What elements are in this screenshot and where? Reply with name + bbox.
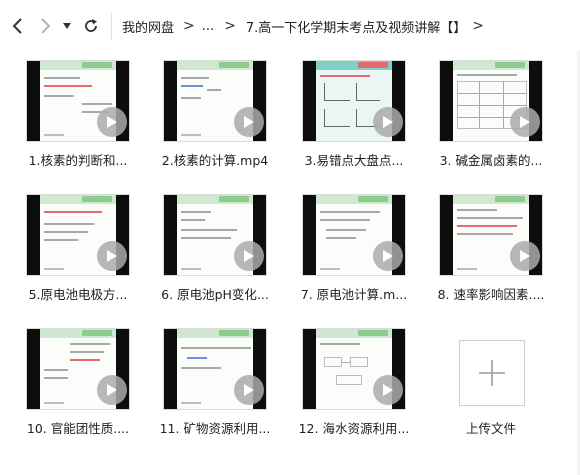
video-thumbnail [26, 194, 130, 276]
play-icon [373, 107, 403, 137]
refresh-button[interactable] [80, 14, 102, 38]
forward-button[interactable] [35, 14, 57, 38]
file-name: 5.原电池电极方... [28, 287, 128, 302]
play-icon [234, 107, 264, 137]
file-name: 1.核素的判断和... [28, 153, 128, 168]
breadcrumb-separator-icon: > [183, 18, 195, 34]
file-name: 2.核素的计算.mp4 [161, 153, 269, 168]
video-thumbnail [439, 194, 543, 276]
breadcrumb: 我的网盘 > ... > 7.高一下化学期末考点及视频讲解【】 > [122, 16, 491, 36]
video-thumbnail [163, 60, 267, 142]
video-thumbnail [26, 328, 130, 410]
file-name: 10. 官能团性质.... [26, 421, 130, 436]
video-thumbnail [163, 328, 267, 410]
file-name: 7. 原电池计算.m... [300, 287, 408, 302]
file-name: 12. 海水资源利用... [298, 421, 410, 436]
chevron-left-icon [12, 18, 22, 34]
play-icon [373, 375, 403, 405]
refresh-icon [85, 19, 97, 32]
play-icon [234, 375, 264, 405]
play-icon [234, 241, 264, 271]
caret-down-icon [63, 23, 71, 29]
upload-label: 上传文件 [465, 421, 516, 436]
breadcrumb-separator-icon: > [224, 18, 236, 34]
chevron-right-icon [41, 18, 51, 34]
breadcrumb-current[interactable]: 7.高一下化学期末考点及视频讲解【】 [246, 17, 466, 36]
play-icon [97, 241, 127, 271]
toolbar-divider [111, 12, 112, 40]
upload-button[interactable] [459, 340, 525, 406]
video-thumbnail [302, 328, 406, 410]
plus-icon [479, 360, 505, 386]
video-thumbnail [302, 194, 406, 276]
file-name: 3. 碱金属卤素的... [439, 153, 543, 168]
breadcrumb-separator-icon: > [472, 18, 485, 34]
history-dropdown-button[interactable] [60, 14, 74, 38]
play-icon [510, 107, 540, 137]
breadcrumb-root[interactable]: 我的网盘 [122, 17, 174, 36]
video-thumbnail [163, 194, 267, 276]
play-icon [97, 375, 127, 405]
play-icon [97, 107, 127, 137]
file-name: 3.易错点大盘点... [304, 153, 404, 168]
file-name: 11. 矿物资源利用... [159, 421, 271, 436]
navigation-bar: 我的网盘 > ... > 7.高一下化学期末考点及视频讲解【】 > [0, 0, 580, 50]
play-icon [373, 241, 403, 271]
back-button[interactable] [6, 14, 28, 38]
breadcrumb-ellipsis[interactable]: ... [202, 19, 214, 34]
file-name: 6. 原电池pH变化... [161, 287, 269, 302]
video-thumbnail [302, 60, 406, 142]
video-thumbnail [26, 60, 130, 142]
play-icon [510, 241, 540, 271]
video-thumbnail [439, 60, 543, 142]
file-name: 8. 速率影响因素.... [437, 287, 545, 302]
